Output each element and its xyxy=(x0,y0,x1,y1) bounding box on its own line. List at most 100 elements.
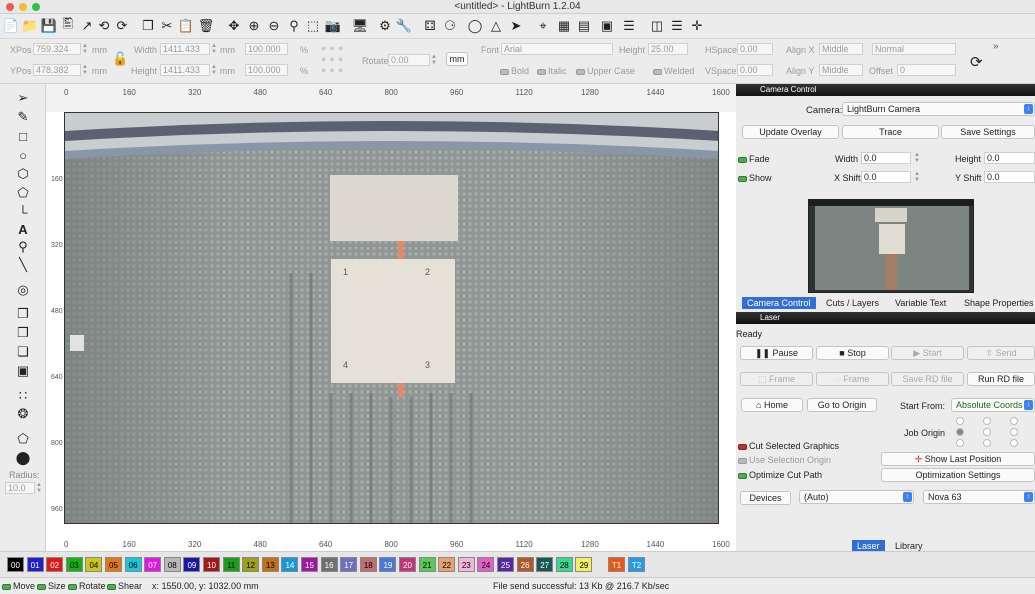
width-field[interactable]: 1411.433 xyxy=(160,43,210,55)
layer-color-swatch[interactable]: 18 xyxy=(359,557,377,572)
grid-icon[interactable]: ▦ xyxy=(555,17,573,35)
layer-color-swatch[interactable]: 04 xyxy=(85,557,103,572)
layer-color-swatch[interactable]: 00 xyxy=(7,557,24,572)
layer-color-swatch[interactable]: 11 xyxy=(222,557,240,572)
layer-color-swatch[interactable]: 23 xyxy=(457,557,475,572)
fade-toggle[interactable]: Fade xyxy=(738,154,770,164)
trace-button[interactable]: Trace xyxy=(842,125,939,139)
layer-color-swatch[interactable]: T2 xyxy=(628,557,645,572)
vspace-field[interactable]: 0.00 xyxy=(737,64,773,76)
layer-color-swatch[interactable]: 15 xyxy=(301,557,318,572)
layer-color-swatch[interactable]: 06 xyxy=(124,557,142,572)
lock-icon[interactable]: 🔓 xyxy=(112,51,128,67)
layer-color-swatch[interactable]: 05 xyxy=(105,557,122,572)
edit-nodes-icon[interactable]: ✎ xyxy=(13,109,33,125)
layer-color-swatch[interactable]: 21 xyxy=(418,557,436,572)
height-percent-field[interactable]: 100.000 xyxy=(245,64,288,76)
stop-button[interactable]: ■ Stop xyxy=(816,346,889,360)
save-as-icon[interactable]: 🖺 xyxy=(59,16,77,35)
yshift-field[interactable]: 0.0 xyxy=(984,171,1035,183)
width-percent-field[interactable]: 100.000 xyxy=(245,43,288,55)
target-icon[interactable]: ⌖ xyxy=(534,17,552,35)
radius-field[interactable]: 10.0 xyxy=(5,482,35,494)
xpos-stepper[interactable]: ▲ ▼ xyxy=(82,43,88,55)
rectangle-tool-icon[interactable]: □ xyxy=(13,128,33,144)
save-settings-button[interactable]: Save Settings xyxy=(941,125,1035,139)
circular-array-icon[interactable]: ❂ xyxy=(13,406,33,422)
corner-tool-icon[interactable]: ⬤ xyxy=(13,450,33,466)
tools-icon[interactable]: 🔧 xyxy=(395,17,413,35)
frame-circle-button[interactable]: ◌ Frame xyxy=(816,372,889,386)
size-toggle[interactable]: Size xyxy=(37,581,66,591)
layer-color-swatch[interactable]: 09 xyxy=(183,557,201,572)
center-icon[interactable]: ✛ xyxy=(688,17,706,35)
tab-shape-properties[interactable]: Shape Properties xyxy=(959,297,1035,309)
optimize-cut-path-toggle[interactable]: Optimize Cut Path xyxy=(738,470,822,480)
ypos-stepper[interactable]: ▲ ▼ xyxy=(82,64,88,76)
layer-color-swatch[interactable]: 02 xyxy=(46,557,64,572)
cam-width-field[interactable]: 0.0 xyxy=(861,152,911,164)
distribute-icon[interactable]: ◫ xyxy=(648,17,666,35)
layer-color-swatch[interactable]: 07 xyxy=(144,557,162,572)
optimization-settings-button[interactable]: Optimization Settings xyxy=(881,468,1035,482)
pause-button[interactable]: ❚❚ Pause xyxy=(740,346,813,360)
layer-color-swatch[interactable]: 10 xyxy=(203,557,220,572)
export-icon[interactable]: ↗ xyxy=(78,17,96,35)
origin-radio-ml[interactable] xyxy=(956,428,964,436)
position-laser-icon[interactable]: └ xyxy=(13,204,33,220)
tab-variable-text[interactable]: Variable Text xyxy=(890,297,951,309)
apply-path-icon[interactable]: ⟳ xyxy=(970,53,983,71)
zoom-out-icon[interactable]: ⊖ xyxy=(265,17,283,35)
align-x-select[interactable]: Middle xyxy=(819,43,863,55)
layer-color-swatch[interactable]: 29 xyxy=(575,557,593,572)
ungroup-icon[interactable]: ⚆ xyxy=(441,17,459,35)
origin-radio-br[interactable] xyxy=(1010,439,1018,447)
convert-path-icon[interactable]: ⬠ xyxy=(13,431,33,447)
move-icon[interactable]: ✥ xyxy=(225,17,243,35)
monitor-icon[interactable]: 🖥 xyxy=(351,17,369,35)
undo-icon[interactable]: ⟲ xyxy=(95,17,113,35)
settings-icon[interactable]: ⚙ xyxy=(376,17,394,35)
origin-radio-bl[interactable] xyxy=(956,439,964,447)
layer-color-swatch[interactable]: 27 xyxy=(536,557,554,572)
home-button[interactable]: ⌂ Home xyxy=(741,398,803,412)
zoom-fit-icon[interactable]: ⚲ xyxy=(285,17,303,35)
layer-color-swatch[interactable]: 20 xyxy=(399,557,416,572)
devices-button[interactable]: Devices xyxy=(740,491,791,505)
layer-color-swatch[interactable]: 26 xyxy=(516,557,534,572)
font-select[interactable]: Arial xyxy=(501,43,613,55)
welded-toggle[interactable]: Welded xyxy=(653,66,694,76)
units-mm-button[interactable]: mm xyxy=(446,52,468,66)
paste-icon[interactable]: 📋 xyxy=(177,17,195,35)
line-tool-icon[interactable]: ⬠ xyxy=(13,185,33,201)
redo-icon[interactable]: ⟳ xyxy=(113,17,131,35)
tab-cuts-layers[interactable]: Cuts / Layers xyxy=(821,297,884,309)
save-icon[interactable]: 💾 xyxy=(40,17,58,35)
font-height-field[interactable]: 25.00 xyxy=(648,43,688,55)
bold-toggle[interactable]: Bold xyxy=(500,66,529,76)
device-select[interactable]: Nova 63 ↕ xyxy=(923,490,1035,504)
copy-icon[interactable]: ❐ xyxy=(139,17,157,35)
go-to-origin-button[interactable]: Go to Origin xyxy=(807,398,877,412)
group-icon[interactable]: ⚃ xyxy=(421,17,439,35)
polygon-tool-icon[interactable]: ⬡ xyxy=(13,166,33,182)
origin-radio-tc[interactable] xyxy=(983,417,991,425)
use-selection-origin-toggle[interactable]: Use Selection Origin xyxy=(738,455,831,465)
show-toggle[interactable]: Show xyxy=(738,173,772,183)
rotate-toggle[interactable]: Rotate xyxy=(68,581,106,591)
start-button[interactable]: ▶ Start xyxy=(891,346,964,360)
origin-radio-tl[interactable] xyxy=(956,417,964,425)
weld-icon[interactable]: ◯ xyxy=(466,17,484,35)
send-icon[interactable]: ➤ xyxy=(507,17,525,35)
origin-radio-bc[interactable] xyxy=(983,439,991,447)
cam-height-field[interactable]: 0.0 xyxy=(984,152,1035,164)
start-from-select[interactable]: Absolute Coords ↕ xyxy=(951,398,1035,412)
italic-toggle[interactable]: Italic xyxy=(537,66,567,76)
layer-color-swatch[interactable]: T1 xyxy=(608,557,625,572)
send-button[interactable]: ⇧ Send xyxy=(967,346,1035,360)
ellipse-tool-icon[interactable]: ○ xyxy=(13,147,33,163)
show-last-position-button[interactable]: ✛ Show Last Position xyxy=(881,452,1035,466)
upper-case-toggle[interactable]: Upper Case xyxy=(576,66,635,76)
camera-select[interactable]: LightBurn Camera ↕ xyxy=(842,102,1035,116)
xshift-field[interactable]: 0.0 xyxy=(861,171,911,183)
